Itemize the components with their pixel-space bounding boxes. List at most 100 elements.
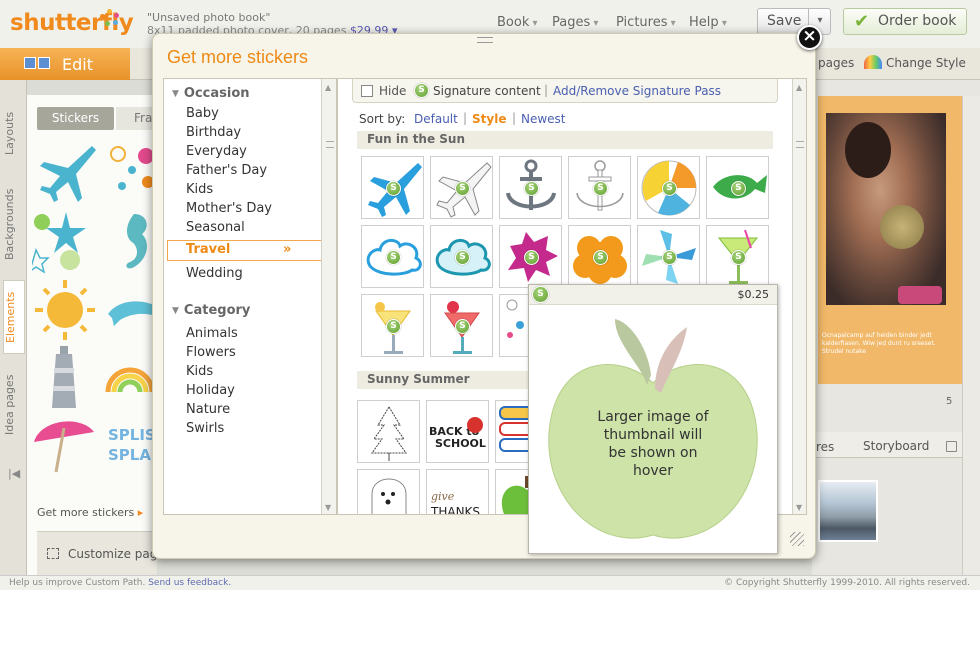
section-title: Sunny Summer [367, 372, 470, 386]
signature-badge-icon: S [386, 319, 401, 334]
toolbar-pages[interactable]: pages [818, 56, 854, 70]
logo-flower-icon [100, 9, 120, 29]
sticker-thumb-cocktail-green[interactable]: S [706, 225, 769, 288]
occasion-heading[interactable]: Occasion [172, 86, 250, 101]
separator: | [544, 83, 549, 97]
page-caption[interactable]: Ocnapalcamp auf heiden binder jedt kalde… [822, 332, 956, 356]
scroll-thumb[interactable] [326, 141, 334, 148]
dolphin-sticker[interactable] [106, 290, 156, 330]
umbrella-sticker[interactable] [30, 414, 98, 474]
tab-pictures[interactable]: res [816, 440, 834, 454]
svg-text:SPLAS: SPLAS [108, 446, 156, 464]
sort-separator: | [512, 111, 517, 125]
collapse-icon[interactable]: |◀ [8, 467, 20, 480]
change-style-button[interactable]: Change Style [886, 56, 966, 70]
scroll-down-icon[interactable]: ▼ [325, 503, 331, 512]
photo-thumbnail[interactable] [818, 480, 878, 542]
tab-storyboard[interactable]: Storyboard [863, 439, 929, 453]
splish-splash-sticker[interactable]: SPLIS SPLAS [106, 424, 156, 464]
scroll-thumb[interactable] [796, 141, 804, 148]
category-item-wedding[interactable]: Wedding [186, 266, 243, 281]
rail-tab-layouts[interactable]: Layouts [3, 98, 25, 168]
rainbow-sticker[interactable] [104, 356, 156, 396]
menu-pictures[interactable]: Pictures [616, 15, 676, 30]
svg-text:SPLIS: SPLIS [108, 426, 156, 444]
edit-tab[interactable]: Edit [0, 48, 130, 80]
drag-handle-icon[interactable] [477, 37, 493, 43]
sticker-thumb-ghost[interactable] [357, 469, 420, 514]
airplane-sticker[interactable] [34, 140, 98, 204]
send-feedback-link[interactable]: Send us feedback. [148, 578, 231, 588]
menu-pages[interactable]: Pages [552, 15, 598, 30]
sort-default-link[interactable]: Default [414, 112, 458, 126]
sticker-thumb-splat-magenta[interactable]: S [499, 225, 562, 288]
get-more-stickers-link[interactable]: Get more stickers [37, 506, 143, 519]
sun-sticker[interactable] [32, 278, 98, 342]
sticker-thumb-airplane-outline[interactable]: S [430, 156, 493, 219]
category-item-baby[interactable]: Baby [186, 106, 219, 121]
hide-signature-checkbox[interactable] [361, 85, 373, 97]
scroll-up-icon[interactable]: ▲ [796, 83, 802, 92]
sticker-thumb-tree-sketch[interactable] [357, 400, 420, 463]
sticker-thumb-cocktail-red[interactable]: S [430, 294, 493, 357]
photo-swimsuit [898, 286, 942, 304]
flowers-sticker[interactable] [106, 140, 156, 198]
sort-style-link[interactable]: Style [472, 112, 506, 126]
resize-handle-icon[interactable] [790, 532, 804, 546]
canvas-scrollbar[interactable] [962, 96, 980, 575]
signature-badge-icon: S [593, 250, 608, 265]
rail-tab-elements[interactable]: Elements [3, 280, 25, 354]
sticker-thumb-cloud-white[interactable]: S [361, 225, 424, 288]
grid-icon[interactable] [946, 441, 957, 452]
checkmark-icon: ✔ [854, 11, 870, 32]
svg-text:give: give [431, 490, 455, 503]
sticker-thumb-anchor-outline[interactable]: S [568, 156, 631, 219]
category-item-kids[interactable]: Kids [186, 182, 213, 197]
lighthouse-sticker[interactable] [44, 344, 84, 410]
menu-book[interactable]: Book [497, 15, 538, 30]
category-heading[interactable]: Category [172, 303, 250, 318]
sticker-thumb-flower-orange[interactable]: S [568, 225, 631, 288]
scroll-up-icon[interactable]: ▲ [325, 83, 331, 92]
sticker-hover-preview: S $0.25 Larger image of thumbnail will b… [528, 284, 778, 554]
category-item-mothers-day[interactable]: Mother's Day [186, 201, 272, 216]
seahorse-sticker[interactable] [118, 210, 154, 274]
add-remove-signature-pass-link[interactable]: Add/Remove Signature Pass [553, 84, 721, 98]
category-item-seasonal[interactable]: Seasonal [186, 220, 245, 235]
sticker-thumb-airplane-blue[interactable]: S [361, 156, 424, 219]
category-item-holiday[interactable]: Holiday [186, 383, 235, 398]
tab-frames[interactable]: Fra [116, 107, 156, 130]
category-item-swirls[interactable]: Swirls [186, 421, 224, 436]
signature-badge-icon: S [662, 181, 677, 196]
category-item-birthday[interactable]: Birthday [186, 125, 241, 140]
signature-badge-icon: S [524, 181, 539, 196]
sticker-thumb-cloud-teal[interactable]: S [430, 225, 493, 288]
sticker-thumb-give-thanks[interactable]: give THANKS [426, 469, 489, 514]
signature-badge-icon: S [455, 181, 470, 196]
sticker-thumb-cocktail-yellow[interactable]: S [361, 294, 424, 357]
sticker-thumb-pinwheel[interactable]: S [637, 225, 700, 288]
customize-page-button[interactable]: Customize page [68, 547, 165, 561]
category-item-flowers[interactable]: Flowers [186, 345, 236, 360]
sea-creatures-sticker[interactable] [32, 210, 98, 274]
tab-stickers[interactable]: Stickers [37, 107, 114, 130]
rail-tab-idea-pages[interactable]: Idea pages [3, 364, 25, 446]
close-icon[interactable]: × [797, 25, 822, 50]
category-scrollbar[interactable]: ▲ ▼ [321, 79, 336, 514]
category-item-nature[interactable]: Nature [186, 402, 230, 417]
sort-newest-link[interactable]: Newest [521, 112, 566, 126]
scroll-down-icon[interactable]: ▼ [796, 503, 802, 512]
sticker-thumb-anchor-gray[interactable]: S [499, 156, 562, 219]
rail-tab-backgrounds[interactable]: Backgrounds [3, 178, 25, 270]
menu-help[interactable]: Help [689, 15, 727, 30]
sticker-thumb-beach-ball[interactable]: S [637, 156, 700, 219]
sticker-thumb-back-to-school[interactable]: BACK to SCHOOL [426, 400, 489, 463]
sticker-thumb-fish-green[interactable]: S [706, 156, 769, 219]
preview-header: S $0.25 [529, 285, 777, 305]
sticker-scrollbar[interactable]: ▲ ▼ [792, 79, 806, 514]
category-item-everyday[interactable]: Everyday [186, 144, 247, 159]
category-item-fathers-day[interactable]: Father's Day [186, 163, 267, 178]
copyright-text: © Copyright Shutterfly 1999-2010. All ri… [724, 578, 970, 588]
category-item-kids-category[interactable]: Kids [186, 364, 213, 379]
category-item-animals[interactable]: Animals [186, 326, 238, 341]
